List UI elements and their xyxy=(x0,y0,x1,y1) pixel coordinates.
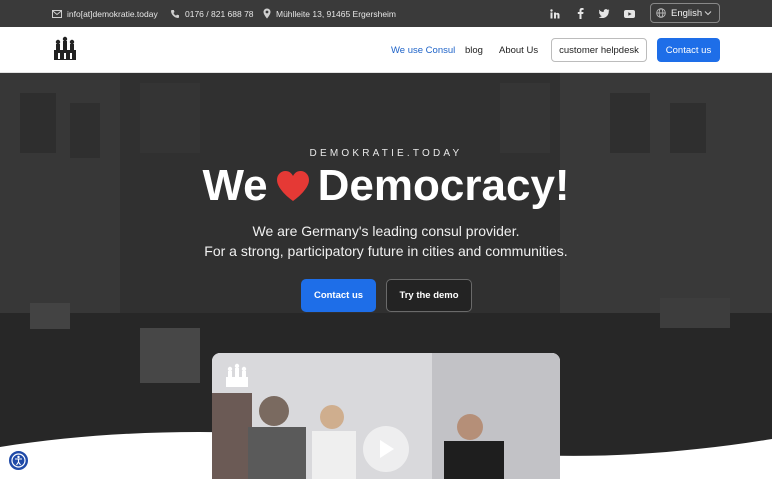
address-text: Mühlleite 13, 91465 Ergersheim xyxy=(276,8,397,19)
hero-kicker: DEMOKRATIE.TODAY xyxy=(309,148,463,159)
hero-section: DEMOKRATIE.TODAY We Democracy! We are Ge… xyxy=(0,73,772,479)
top-bar: info[at]demokratie.today 0176 / 821 688 … xyxy=(0,0,772,27)
linkedin-link[interactable] xyxy=(548,0,562,27)
video-player[interactable] xyxy=(212,353,560,479)
youtube-link[interactable] xyxy=(622,0,636,27)
facebook-icon xyxy=(577,8,584,19)
email-contact[interactable]: info[at]demokratie.today xyxy=(52,0,158,27)
main-navbar: We use Consul blog About Us customer hel… xyxy=(0,27,772,73)
nav-blog[interactable]: blog xyxy=(465,27,483,73)
video-logo-icon xyxy=(226,363,248,387)
headline-democracy: Democracy! xyxy=(317,161,570,210)
map-pin-icon xyxy=(263,8,271,19)
globe-icon xyxy=(656,8,666,18)
hero-subtitle-2: For a strong, participatory future in ci… xyxy=(204,243,568,259)
language-selector[interactable]: English xyxy=(650,3,720,23)
try-demo-button[interactable]: Try the demo xyxy=(386,279,472,312)
play-button[interactable] xyxy=(363,426,409,472)
facebook-link[interactable] xyxy=(573,0,587,27)
chevron-down-icon xyxy=(704,11,712,16)
accessibility-icon xyxy=(11,453,26,468)
phone-icon xyxy=(171,9,179,18)
twitter-link[interactable] xyxy=(597,0,611,27)
nav-contact-button[interactable]: Contact us xyxy=(657,38,720,62)
headline-we: We xyxy=(202,161,268,210)
email-text: info[at]demokratie.today xyxy=(67,8,158,19)
twitter-icon xyxy=(598,9,609,18)
mail-icon xyxy=(52,9,62,18)
phone-text: 0176 / 821 688 78 xyxy=(185,8,254,19)
youtube-icon xyxy=(623,9,635,18)
play-icon xyxy=(380,440,394,458)
nav-about-us[interactable]: About Us xyxy=(499,27,538,73)
hero-contact-button[interactable]: Contact us xyxy=(301,279,376,312)
accessibility-button[interactable] xyxy=(7,449,30,472)
hero-headline: We Democracy! xyxy=(0,161,772,211)
nav-we-use-consul[interactable]: We use Consul xyxy=(391,27,455,73)
customer-helpdesk-button[interactable]: customer helpdesk xyxy=(551,38,647,62)
heart-icon xyxy=(276,171,309,201)
logo-icon[interactable] xyxy=(52,36,78,62)
language-label: English xyxy=(671,7,703,19)
linkedin-icon xyxy=(550,8,560,18)
address-contact[interactable]: Mühlleite 13, 91465 Ergersheim xyxy=(263,0,396,27)
phone-contact[interactable]: 0176 / 821 688 78 xyxy=(170,0,254,27)
hero-subtitle-1: We are Germany's leading consul provider… xyxy=(252,223,520,239)
